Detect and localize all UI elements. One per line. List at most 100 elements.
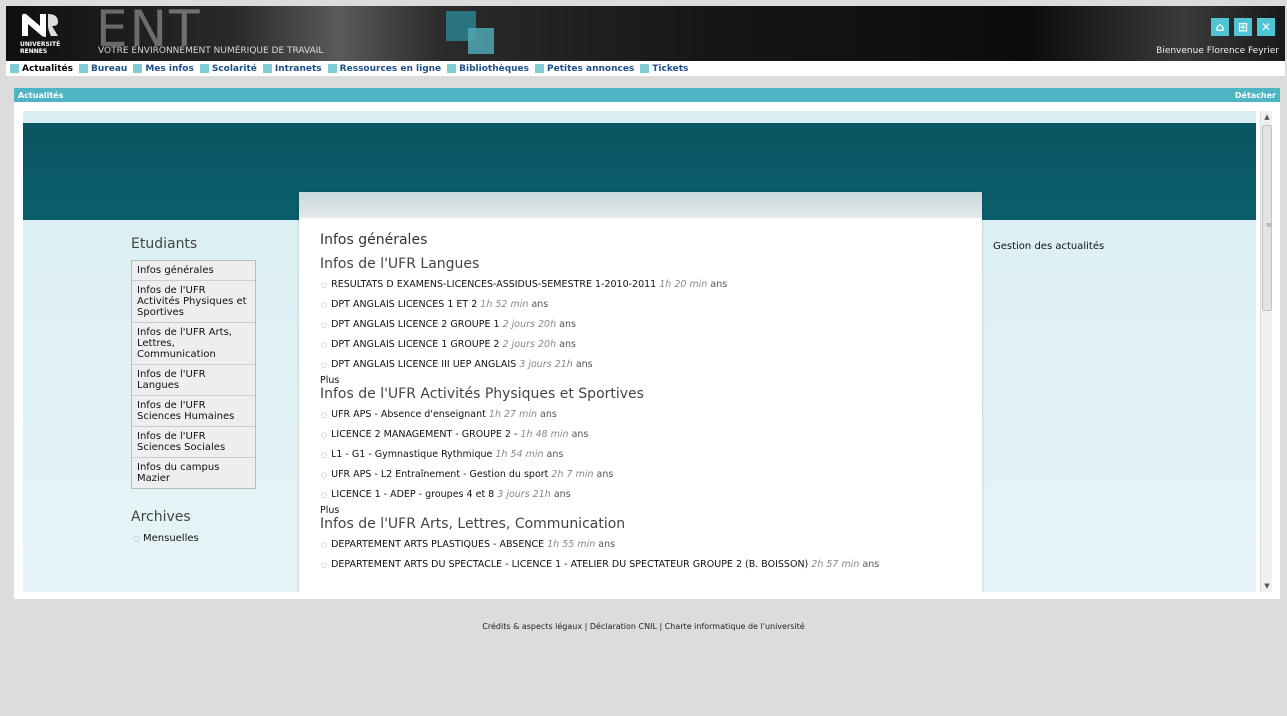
archive-link-mensuelles[interactable]: ○ Mensuelles bbox=[133, 533, 256, 544]
bullet-icon: ○ bbox=[321, 321, 328, 329]
news-item[interactable]: ○ LICENCE 2 MANAGEMENT - GROUPE 2 - 1h 48… bbox=[321, 427, 962, 447]
detach-link[interactable]: Détacher bbox=[1235, 91, 1276, 100]
scroll-up-icon[interactable]: ▲ bbox=[1261, 111, 1273, 123]
nav-item-ressources[interactable]: Ressources en ligne bbox=[327, 63, 442, 74]
news-item[interactable]: ○ DPT ANGLAIS LICENCE III UEP ANGLAIS 3 j… bbox=[321, 357, 962, 377]
nav-label: Intranets bbox=[274, 63, 322, 74]
section-title: Infos de l'UFR Langues bbox=[320, 256, 480, 272]
home-icon[interactable]: ⌂ bbox=[1211, 18, 1229, 36]
news-suffix: ans bbox=[559, 339, 576, 350]
bullet-icon: ○ bbox=[321, 301, 328, 309]
header-icons: ⌂ ⊞ ✕ bbox=[1211, 18, 1275, 36]
news-item[interactable]: ○ DEPARTEMENT ARTS PLASTIQUES - ABSENCE 1… bbox=[321, 537, 962, 557]
news-item[interactable]: ○ UFR APS - L2 Entraînement - Gestion du … bbox=[321, 467, 962, 487]
news-item[interactable]: ○ RESULTATS D EXAMENS-LICENCES-ASSIDUS-SE… bbox=[321, 277, 962, 297]
bullet-icon: ○ bbox=[321, 341, 328, 349]
portlet-title: Actualités bbox=[18, 90, 64, 100]
news-time: 2h 57 min bbox=[811, 559, 860, 570]
close-icon[interactable]: ✕ bbox=[1257, 18, 1275, 36]
tab-square-icon bbox=[199, 64, 209, 73]
sitemap-icon[interactable]: ⊞ bbox=[1234, 18, 1252, 36]
news-item[interactable]: ○ L1 - G1 - Gymnastique Rythmique 1h 54 m… bbox=[321, 447, 962, 467]
footer-links[interactable]: Crédits & aspects légaux | Déclaration C… bbox=[0, 622, 1287, 631]
nav-item-actualites[interactable]: Actualités bbox=[10, 64, 73, 74]
news-suffix: ans bbox=[598, 539, 616, 550]
news-time: 1h 48 min bbox=[520, 429, 569, 440]
university-logo bbox=[22, 13, 58, 37]
bullet-icon: ○ bbox=[321, 471, 328, 479]
nav-item-scolarite[interactable]: Scolarité bbox=[199, 63, 257, 74]
nav-item-tickets[interactable]: Tickets bbox=[640, 64, 688, 74]
news-text: LICENCE 2 MANAGEMENT - GROUPE 2 - bbox=[331, 429, 518, 440]
right-column: Gestion des actualités bbox=[993, 241, 1104, 252]
nav-item-petites-annonces[interactable]: Petites annonces bbox=[535, 64, 634, 74]
news-text: DEPARTEMENT ARTS DU SPECTACLE - LICENCE … bbox=[331, 559, 809, 570]
nav-item-bibliotheques[interactable]: Bibliothèques bbox=[447, 64, 529, 74]
news-suffix: ans bbox=[540, 409, 557, 420]
tab-square-icon bbox=[447, 64, 457, 73]
manage-news-link[interactable]: Gestion des actualités bbox=[993, 241, 1104, 252]
bullet-icon: ○ bbox=[321, 451, 328, 459]
news-text: RESULTATS D EXAMENS-LICENCES-ASSIDUS-SEM… bbox=[331, 279, 657, 290]
panel-title: Infos générales bbox=[320, 232, 428, 248]
news-suffix: ans bbox=[531, 299, 549, 310]
news-time: 1h 55 min bbox=[547, 539, 596, 550]
menu-item-campus-mazier[interactable]: Infos du campus Mazier bbox=[132, 458, 255, 488]
nav-label: Mes infos bbox=[145, 63, 194, 74]
bullet-icon: ○ bbox=[321, 361, 328, 369]
news-text: UFR APS - Absence d'enseignant bbox=[331, 409, 486, 420]
bullet-icon: ○ bbox=[321, 491, 328, 499]
news-suffix: ans bbox=[575, 359, 593, 370]
tab-square-icon bbox=[133, 64, 143, 73]
news-suffix: ans bbox=[553, 489, 571, 500]
news-text: DPT ANGLAIS LICENCE 2 GROUPE 1 bbox=[331, 319, 500, 330]
news-content: Infos générales Infos de l'UFR Langues ○… bbox=[299, 218, 982, 577]
nav-item-bureau[interactable]: Bureau bbox=[79, 64, 127, 74]
menu-item-ufr-sciences-humaines[interactable]: Infos de l'UFR Sciences Humaines bbox=[132, 396, 255, 427]
news-item[interactable]: ○ DPT ANGLAIS LICENCE 2 GROUPE 1 2 jours … bbox=[321, 317, 962, 337]
news-text: DPT ANGLAIS LICENCE 1 GROUPE 2 bbox=[331, 339, 500, 350]
news-item[interactable]: ○ DEPARTEMENT ARTS DU SPECTACLE - LICENCE… bbox=[321, 557, 962, 577]
welcome-text: Bienvenue Florence Feyrier bbox=[1156, 46, 1279, 56]
vertical-scrollbar[interactable]: ▲ ≡ ▼ bbox=[1260, 111, 1272, 592]
section-title: Infos de l'UFR Activités Physiques et Sp… bbox=[320, 386, 644, 402]
nav-label: Ressources en ligne bbox=[339, 63, 442, 74]
news-time: 3 jours 21h bbox=[497, 489, 551, 500]
logo-line-2: RENNES bbox=[20, 48, 48, 55]
menu-item-ufr-sciences-sociales[interactable]: Infos de l'UFR Sciences Sociales bbox=[132, 427, 255, 458]
left-column: Etudiants Infos générales Infos de l'UFR… bbox=[131, 236, 256, 544]
news-text: LICENCE 1 - ADEP - groupes 4 et 8 bbox=[331, 489, 495, 500]
menu-item-ufr-langues[interactable]: Infos de l'UFR Langues bbox=[132, 365, 255, 396]
nav-label: Actualités bbox=[22, 63, 74, 74]
scroll-thumb[interactable]: ≡ bbox=[1262, 125, 1272, 311]
students-heading: Etudiants bbox=[131, 236, 198, 252]
category-menu: Infos générales Infos de l'UFR Activités… bbox=[131, 260, 256, 489]
bullet-icon: ○ bbox=[321, 281, 328, 289]
menu-item-ufr-alc[interactable]: Infos de l'UFR Arts, Lettres, Communicat… bbox=[132, 323, 255, 365]
news-item[interactable]: ○ DPT ANGLAIS LICENCES 1 ET 2 1h 52 min a… bbox=[321, 297, 962, 317]
menu-item-ufr-aps[interactable]: Infos de l'UFR Activités Physiques et Sp… bbox=[132, 281, 255, 323]
bullet-icon: ○ bbox=[133, 534, 140, 543]
news-suffix: ans bbox=[862, 559, 880, 570]
plus-link[interactable]: Plus bbox=[320, 375, 962, 386]
nav-label: Scolarité bbox=[211, 63, 257, 74]
menu-item-infos-generales[interactable]: Infos générales bbox=[132, 261, 255, 281]
section-title: Infos de l'UFR Arts, Lettres, Communicat… bbox=[320, 516, 626, 532]
bullet-icon: ○ bbox=[321, 431, 328, 439]
nav-item-mes-infos[interactable]: Mes infos bbox=[133, 64, 194, 74]
archives-heading: Archives bbox=[131, 509, 191, 525]
news-time: 1h 54 min bbox=[495, 449, 544, 460]
nav-label: Tickets bbox=[652, 63, 689, 74]
news-item[interactable]: ○ LICENCE 1 - ADEP - groupes 4 et 8 3 jou… bbox=[321, 487, 962, 507]
news-item[interactable]: ○ UFR APS - Absence d'enseignant 1h 27 mi… bbox=[321, 407, 962, 427]
news-time: 1h 52 min bbox=[480, 299, 529, 310]
news-item[interactable]: ○ DPT ANGLAIS LICENCE 1 GROUPE 2 2 jours … bbox=[321, 337, 962, 357]
news-suffix: ans bbox=[546, 449, 564, 460]
nav-label: Bureau bbox=[91, 63, 128, 74]
scroll-down-icon[interactable]: ▼ bbox=[1261, 580, 1273, 592]
nav-item-intranets[interactable]: Intranets bbox=[262, 63, 322, 74]
plus-link[interactable]: Plus bbox=[320, 505, 962, 516]
nav-label: Bibliothèques bbox=[459, 63, 530, 74]
news-panel: Infos générales Infos de l'UFR Langues ○… bbox=[299, 192, 982, 592]
portlet-content: Etudiants Infos générales Infos de l'UFR… bbox=[23, 111, 1256, 592]
